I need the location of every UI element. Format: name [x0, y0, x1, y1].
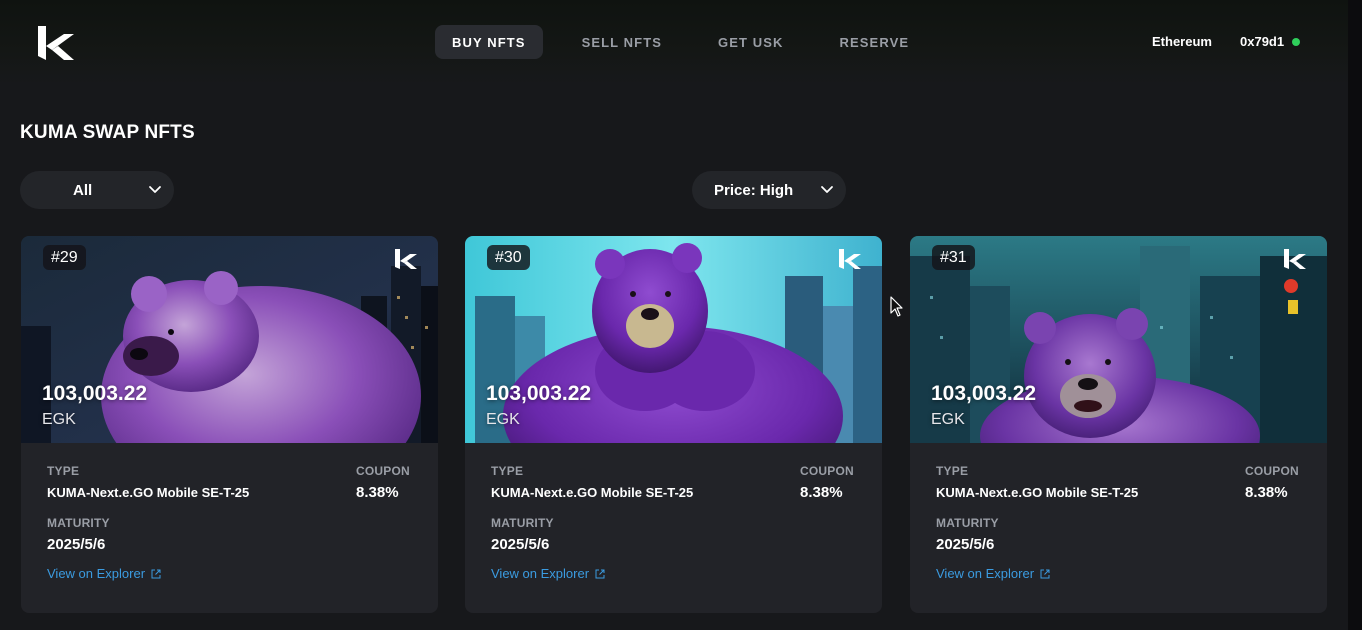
nft-currency: EGK	[42, 411, 76, 428]
nft-price: 103,003.22	[486, 382, 592, 405]
external-link-icon	[595, 569, 605, 578]
scrollbar[interactable]	[1348, 0, 1362, 630]
view-on-explorer-link[interactable]: View on Explorer	[47, 566, 161, 581]
sort-value: Price: High	[714, 181, 794, 199]
type-value: KUMA-Next.e.GO Mobile SE-T-25	[491, 485, 694, 500]
maturity-value: 2025/5/6	[936, 536, 995, 553]
coupon-value: 8.38%	[356, 484, 399, 501]
maturity-value: 2025/5/6	[47, 536, 106, 553]
nft-currency: EGK	[931, 411, 965, 428]
maturity-value: 2025/5/6	[491, 536, 550, 553]
page-title: KUMA SWAP NFTS	[20, 122, 195, 143]
nft-price: 103,003.22	[931, 382, 1037, 405]
nft-id-badge: #30	[487, 245, 530, 270]
chevron-down-icon	[149, 186, 161, 193]
coupon-value: 8.38%	[800, 484, 843, 501]
explorer-link-label: View on Explorer	[936, 566, 1035, 581]
nft-price: 103,003.22	[42, 382, 148, 405]
wallet-address: 0x79d1	[1240, 34, 1285, 49]
connection-status-dot	[1292, 37, 1301, 46]
top-bar: BUY NFTS SELL NFTS GET USK RESERVE Ether…	[0, 0, 1362, 84]
nft-id-badge: #31	[932, 245, 975, 270]
nft-card[interactable]: #29 103,003.22 EGK TYPE KUMA-Next.e.GO M…	[21, 236, 438, 613]
nft-card[interactable]: #31 103,003.22 EGK TYPE KUMA-Next.e.GO M…	[910, 236, 1327, 613]
type-label: TYPE	[936, 464, 969, 478]
maturity-label: MATURITY	[47, 516, 110, 530]
coupon-label: COUPON	[356, 464, 410, 478]
type-label: TYPE	[47, 464, 80, 478]
kuma-logo-icon[interactable]	[36, 24, 76, 62]
filter-dropdown[interactable]: All	[20, 171, 174, 209]
kuma-logo-icon	[1284, 249, 1306, 269]
app-root: BUY NFTS SELL NFTS GET USK RESERVE Ether…	[0, 0, 1362, 630]
kuma-logo-icon	[395, 249, 417, 269]
explorer-link-label: View on Explorer	[491, 566, 590, 581]
sort-dropdown[interactable]: Price: High	[692, 171, 846, 209]
explorer-link-label: View on Explorer	[47, 566, 146, 581]
nav-buy-nfts[interactable]: BUY NFTS	[435, 25, 543, 59]
view-on-explorer-link[interactable]: View on Explorer	[491, 566, 605, 581]
wallet-button[interactable]: 0x79d1	[1240, 34, 1301, 49]
nft-currency: EGK	[486, 411, 520, 428]
nav-get-usk[interactable]: GET USK	[701, 25, 800, 59]
nft-card[interactable]: #30 103,003.22 EGK TYPE KUMA-Next.e.GO M…	[465, 236, 882, 613]
coupon-label: COUPON	[1245, 464, 1299, 478]
type-label: TYPE	[491, 464, 524, 478]
external-link-icon	[151, 569, 161, 578]
filter-value: All	[73, 181, 93, 199]
kuma-logo-icon	[839, 249, 861, 269]
coupon-label: COUPON	[800, 464, 854, 478]
nft-id-badge: #29	[43, 245, 86, 270]
external-link-icon	[1040, 569, 1050, 578]
maturity-label: MATURITY	[936, 516, 999, 530]
maturity-label: MATURITY	[491, 516, 554, 530]
type-value: KUMA-Next.e.GO Mobile SE-T-25	[936, 485, 1139, 500]
chevron-down-icon	[821, 186, 833, 193]
network-selector[interactable]: Ethereum	[1152, 34, 1212, 49]
view-on-explorer-link[interactable]: View on Explorer	[936, 566, 1050, 581]
coupon-value: 8.38%	[1245, 484, 1288, 501]
type-value: KUMA-Next.e.GO Mobile SE-T-25	[47, 485, 250, 500]
nav-sell-nfts[interactable]: SELL NFTS	[565, 25, 679, 59]
mouse-cursor-icon	[890, 296, 903, 317]
nav-reserve[interactable]: RESERVE	[823, 25, 927, 59]
main-nav: BUY NFTS SELL NFTS GET USK RESERVE	[435, 25, 926, 59]
